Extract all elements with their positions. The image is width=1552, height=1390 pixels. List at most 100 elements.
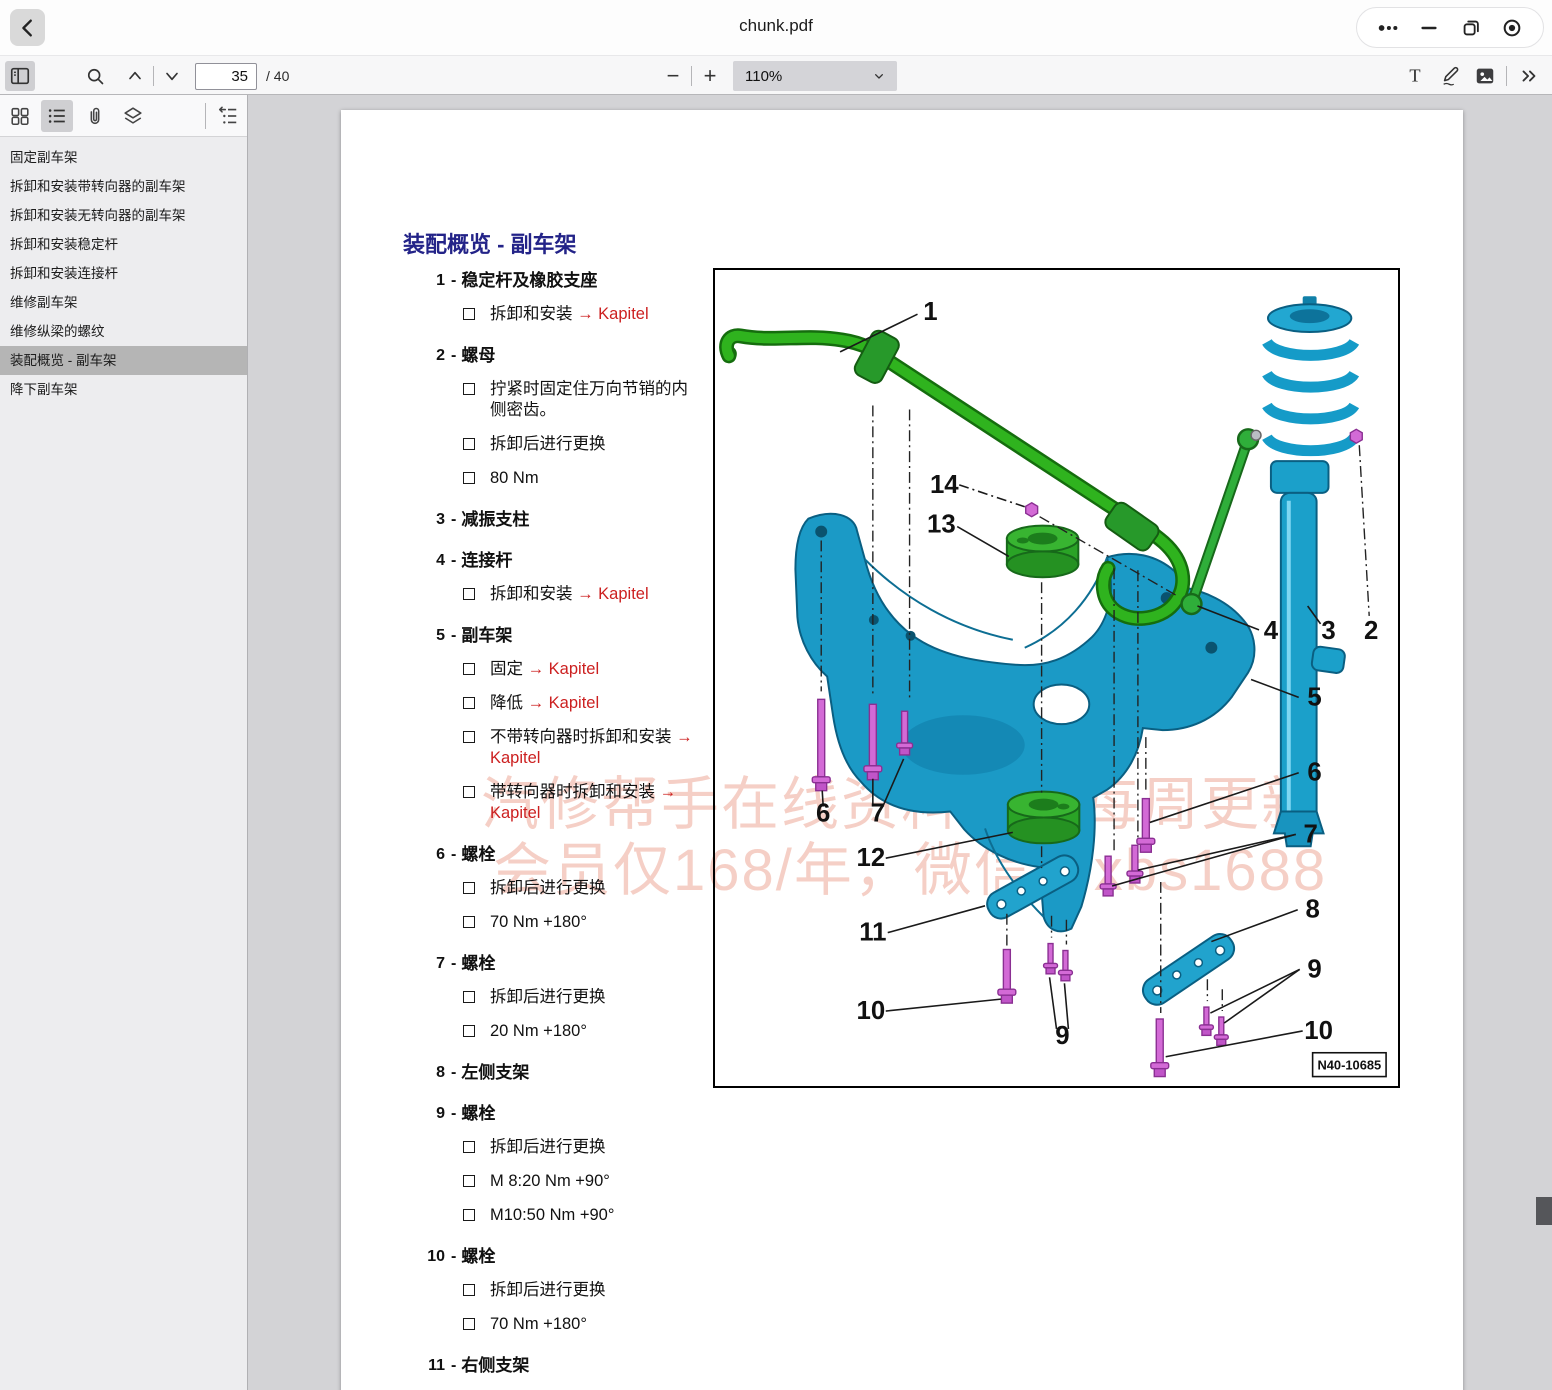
part-number: 8 xyxy=(425,1062,445,1083)
part-sub-text: 拆卸后进行更换 xyxy=(490,1137,702,1158)
kapitel-link[interactable]: → Kapitel xyxy=(577,585,649,603)
part-label: 副车架 xyxy=(461,625,512,646)
outline-view-button[interactable] xyxy=(41,100,73,132)
minimize-icon xyxy=(1418,17,1440,39)
vertical-scrollbar-thumb[interactable] xyxy=(1536,1197,1552,1225)
part-number: 5 xyxy=(425,625,445,646)
part-number: 6 xyxy=(425,844,445,865)
svg-text:T: T xyxy=(1409,66,1420,86)
minimize-button[interactable] xyxy=(1417,16,1441,40)
chevron-up-icon xyxy=(125,66,145,86)
checkbox-icon xyxy=(463,383,475,395)
kapitel-link[interactable]: → Kapitel xyxy=(528,660,600,678)
outline-item[interactable]: 装配概览 - 副车架 xyxy=(0,346,247,375)
outline-item[interactable]: 固定副车架 xyxy=(0,143,247,172)
part-sub-item: M 8:20 Nm +90° xyxy=(425,1171,715,1192)
checkbox-icon xyxy=(463,731,475,743)
outline-item[interactable]: 维修纵梁的螺纹 xyxy=(0,317,247,346)
part-sub-item: 80 Nm xyxy=(425,468,715,489)
plus-icon: + xyxy=(704,63,717,89)
kapitel-link[interactable]: → Kapitel xyxy=(490,783,676,822)
outline-item[interactable]: 降下副车架 xyxy=(0,375,247,404)
part-label: 连接杆 xyxy=(461,550,512,571)
zoom-select[interactable]: 110% xyxy=(733,61,897,91)
doc-content: 装配概览 - 副车架 1-稳定杆及橡胶支座拆卸和安装 → Kapitel2-螺母… xyxy=(341,110,1463,1390)
part-label: 螺栓 xyxy=(461,844,495,865)
previous-page-button[interactable] xyxy=(120,61,150,91)
figure-label-n2: 2 xyxy=(1364,617,1378,645)
checkbox-icon xyxy=(463,663,475,675)
kapitel-link[interactable]: → Kapitel xyxy=(490,728,693,767)
outline-item[interactable]: 拆卸和安装稳定杆 xyxy=(0,230,247,259)
part-heading: 5-副车架 xyxy=(425,625,715,646)
part-sub-item: 70 Nm +180° xyxy=(425,912,715,933)
viewer[interactable]: 汽修帮手在线资料库，每周更新 会员仅168/年，微信：xbs1688 装配概览 … xyxy=(248,95,1552,1390)
part-separator: - xyxy=(451,1355,456,1376)
outline-item[interactable]: 拆卸和安装带转向器的副车架 xyxy=(0,172,247,201)
part-number: 9 xyxy=(425,1103,445,1124)
part-sub-item: 拆卸后进行更换 xyxy=(425,987,715,1008)
part-separator: - xyxy=(451,550,456,571)
text-annotation-button[interactable]: T xyxy=(1400,61,1430,91)
part-heading: 3-减振支柱 xyxy=(425,509,715,530)
next-page-button[interactable] xyxy=(157,61,187,91)
image-annotation-button[interactable] xyxy=(1470,61,1500,91)
part-heading: 10-螺栓 xyxy=(425,1246,715,1267)
figure-label-n11: 11 xyxy=(859,919,886,947)
figure-label-n13: 13 xyxy=(927,511,956,539)
part-number: 1 xyxy=(425,270,445,291)
part-label: 减振支柱 xyxy=(461,509,529,530)
part-heading: 1-稳定杆及橡胶支座 xyxy=(425,270,715,291)
part-separator: - xyxy=(451,625,456,646)
checkbox-icon xyxy=(463,1175,475,1187)
zoom-out-button[interactable]: − xyxy=(658,61,688,91)
sidebar-toggle-icon xyxy=(9,65,31,87)
nut-2 xyxy=(1350,429,1362,443)
minus-icon: − xyxy=(667,63,680,89)
thumbnails-view-button[interactable] xyxy=(4,100,36,132)
part-number: 3 xyxy=(425,509,445,530)
more-button[interactable] xyxy=(1376,16,1400,40)
outline-item[interactable]: 维修副车架 xyxy=(0,288,247,317)
kapitel-link[interactable]: → Kapitel xyxy=(577,305,649,323)
part-number: 11 xyxy=(425,1355,445,1376)
attachments-view-button[interactable] xyxy=(79,100,111,132)
kapitel-link[interactable]: → Kapitel xyxy=(528,694,600,712)
more-tools-icon xyxy=(1518,65,1540,87)
part-sub-text: 拆卸和安装 → Kapitel xyxy=(490,584,702,605)
part-sub-item: 拧紧时固定住万向节销的内侧密齿。 xyxy=(425,379,715,421)
part-number: 4 xyxy=(425,550,445,571)
part-label: 螺栓 xyxy=(461,953,495,974)
part-sub-text: 拆卸后进行更换 xyxy=(490,878,702,899)
outline-item[interactable]: 拆卸和安装无转向器的副车架 xyxy=(0,201,247,230)
figure-subframe-overview: 114134325678910679121110 N40-10685 xyxy=(713,268,1400,1088)
target-button[interactable] xyxy=(1500,16,1524,40)
outline-item[interactable]: 拆卸和安装连接杆 xyxy=(0,259,247,288)
checkbox-icon xyxy=(463,1141,475,1153)
find-button[interactable] xyxy=(80,61,110,91)
zoom-in-button[interactable]: + xyxy=(695,61,725,91)
part-sub-text: 不带转向器时拆卸和安装 → Kapitel xyxy=(490,727,702,769)
part-heading: 2-螺母 xyxy=(425,345,715,366)
chevron-down-icon xyxy=(162,66,182,86)
sidebar-toolbar xyxy=(0,95,247,137)
current-outline-item-button[interactable] xyxy=(212,100,244,132)
page-number-input[interactable] xyxy=(195,63,257,90)
layers-view-button[interactable] xyxy=(117,100,149,132)
draw-annotation-button[interactable] xyxy=(1436,61,1466,91)
checkbox-icon xyxy=(463,1284,475,1296)
part-sub-text: M 8:20 Nm +90° xyxy=(490,1171,702,1192)
toggle-sidebar-button[interactable] xyxy=(5,61,35,91)
part-sub-text: 拧紧时固定住万向节销的内侧密齿。 xyxy=(490,379,702,421)
part-separator: - xyxy=(451,1103,456,1124)
restore-button[interactable] xyxy=(1459,16,1483,40)
more-icon xyxy=(1377,17,1399,39)
part-sub-text: 降低 → Kapitel xyxy=(490,693,702,714)
part-label: 右侧支架 xyxy=(461,1355,529,1376)
part-label: 螺栓 xyxy=(461,1103,495,1124)
part-separator: - xyxy=(451,1246,456,1267)
more-tools-button[interactable] xyxy=(1514,61,1544,91)
target-icon xyxy=(1501,17,1523,39)
right-bracket-8 xyxy=(1138,929,1239,1010)
figure-label-n7l: 7 xyxy=(871,799,885,827)
